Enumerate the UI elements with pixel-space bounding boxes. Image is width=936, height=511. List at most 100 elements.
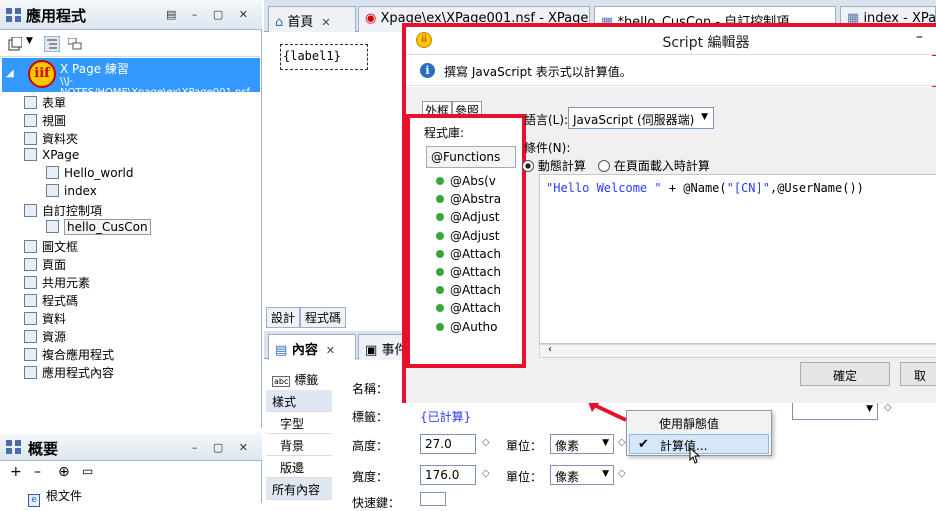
function-item[interactable]: @Attach — [436, 283, 506, 301]
tree-item[interactable]: Hello_world — [46, 166, 133, 184]
design-element-icon — [46, 184, 59, 197]
label-computed-value[interactable]: {已計算} — [420, 408, 471, 425]
close-icon[interactable]: ✕ — [326, 344, 335, 357]
design-canvas[interactable] — [264, 32, 404, 307]
side-all-properties[interactable]: 所有內容 — [266, 478, 332, 500]
events-icon: ▣ — [365, 343, 378, 358]
dropdown-arrow-icon[interactable]: ▼ — [26, 36, 33, 46]
tree-item[interactable]: 共用元素 — [24, 274, 90, 292]
remove-icon[interactable]: – — [34, 464, 41, 480]
cancel-button[interactable]: 取 — [900, 362, 936, 386]
library-select[interactable]: @Functions — [426, 146, 516, 168]
tree-item[interactable]: 複合應用程式 — [24, 346, 114, 364]
script-code-editor[interactable]: "Hello Welcome " + @Name("[CN]",@UserNam… — [539, 174, 936, 344]
tree-item[interactable]: 圖文框 — [24, 238, 78, 256]
design-element-icon — [24, 330, 37, 343]
tab-design[interactable]: 設計 — [266, 307, 301, 328]
outline-panel-title: 概要 — [28, 440, 59, 458]
compute-diamond-icon[interactable]: ◇ — [482, 468, 490, 479]
add-icon[interactable]: + — [10, 464, 22, 480]
design-element-icon — [24, 366, 37, 379]
side-font[interactable]: 字型 — [266, 412, 332, 434]
tree-item[interactable]: index — [46, 184, 97, 202]
function-item[interactable]: @Abstra — [436, 192, 506, 210]
function-item[interactable]: @Adjust — [436, 210, 506, 228]
minimize-icon[interactable]: – — [916, 29, 923, 45]
accesskey-input[interactable] — [420, 492, 446, 506]
tab-source[interactable]: 程式碼 — [300, 307, 347, 328]
radio-dynamic[interactable]: 動態計算 — [522, 157, 586, 174]
width-unit-select[interactable]: 像素 ▼ — [550, 465, 614, 485]
new-app-icon[interactable] — [8, 37, 22, 51]
function-item[interactable]: @Attach — [436, 265, 506, 283]
tree-item[interactable]: hello_CusCon — [46, 219, 151, 238]
design-element-icon — [46, 166, 59, 179]
tab-events[interactable]: ▣ 事件 — [358, 334, 404, 360]
tree-item[interactable]: 頁面 — [24, 256, 66, 274]
function-item[interactable]: @Abs(v — [436, 174, 506, 192]
compute-diamond-icon[interactable]: ◇ — [482, 437, 490, 448]
tree-item[interactable]: 自訂控制項 — [24, 202, 102, 220]
abc-icon: abc — [272, 376, 291, 387]
tree-item[interactable]: 程式碼 — [24, 292, 78, 310]
tree-item[interactable]: 表單 — [24, 94, 66, 112]
checkmark-icon: ✔ — [638, 437, 649, 452]
label1-control[interactable]: {label1} — [280, 44, 368, 70]
tree-item[interactable]: 應用程式內容 — [24, 364, 114, 382]
function-dot-icon — [436, 304, 444, 313]
function-item[interactable]: @Attach — [436, 301, 506, 319]
menu-use-static-value[interactable]: 使用靜態值 — [629, 413, 769, 433]
function-dot-icon — [436, 286, 444, 295]
panel-window-buttons[interactable]: ▤ – ▢ ✕ — [166, 8, 254, 21]
unknown-select[interactable]: ▼ — [792, 400, 878, 420]
dialog-title: Script 編輯器 — [662, 35, 750, 51]
outline-window-buttons[interactable]: – ▢ ✕ — [192, 441, 254, 454]
compute-diamond-icon[interactable]: ◇ — [618, 468, 626, 479]
app-tree-root[interactable]: ◢ iif X Page 練習 \\J-NOTES/HOME\Xpage\ex\… — [2, 58, 260, 98]
horizontal-scrollbar[interactable]: ‹ — [539, 344, 936, 358]
app-path: \\J-NOTES/HOME\Xpage\ex\XPage001.nsf — [60, 76, 251, 98]
compute-diamond-icon[interactable]: ◇ — [884, 402, 892, 413]
side-margin[interactable]: 版邊 — [266, 456, 332, 478]
collapse-all-icon[interactable]: ▭ — [82, 464, 93, 478]
collapse-icon[interactable] — [68, 38, 82, 50]
compute-diamond-icon[interactable]: ◇ — [618, 437, 626, 448]
tab-properties[interactable]: ▤ 內容 ✕ — [268, 334, 356, 360]
design-element-icon — [24, 276, 37, 289]
library-box: 程式庫: @Functions @Abs(v @Abstra @Adjust @Adj… — [406, 114, 526, 368]
dialog-body: 外框 參照 程式庫: @Functions @Abs(v @Abstra @Adjus… — [406, 87, 936, 403]
add-child-icon[interactable]: ⊕ — [58, 464, 70, 480]
outline-root-item[interactable]: e 根文件 — [28, 487, 82, 507]
design-element-icon — [24, 240, 37, 253]
height-input[interactable]: 27.0 — [420, 434, 476, 454]
label-label: 標籤： — [352, 410, 389, 424]
function-item[interactable]: @Autho — [436, 320, 506, 338]
tree-item[interactable]: 資料夾 — [24, 130, 78, 148]
ok-button[interactable]: 確定 — [800, 362, 890, 386]
side-background[interactable]: 背景 — [266, 434, 332, 456]
dialog-info-bar: i 撰寫 JavaScript 表示式以計算值。 — [406, 56, 936, 86]
applications-panel-header: 應用程式 ▤ – ▢ ✕ — [0, 0, 262, 30]
function-item[interactable]: @Attach — [436, 247, 506, 265]
side-style[interactable]: 樣式 — [266, 390, 332, 412]
tab-home[interactable]: ⌂ 首頁 ✕ — [268, 6, 356, 32]
close-icon[interactable]: ✕ — [321, 16, 330, 29]
tree-item[interactable]: 資源 — [24, 328, 66, 346]
function-dot-icon — [436, 231, 444, 240]
design-element-icon — [24, 204, 37, 217]
tree-item[interactable]: 資料 — [24, 310, 66, 328]
side-label[interactable]: abc 標籤 — [266, 368, 332, 390]
chevron-down-icon: ▼ — [866, 404, 873, 414]
app-logo-icon: iif — [28, 60, 56, 88]
expand-arrow-icon[interactable]: ◢ — [6, 68, 14, 79]
height-unit-select[interactable]: 像素 ▼ — [550, 434, 614, 454]
function-dot-icon — [436, 268, 444, 276]
language-select[interactable]: JavaScript (伺服器端) ▼ — [568, 107, 714, 129]
tree-item[interactable]: XPage — [24, 148, 79, 166]
tree-view-icon[interactable] — [44, 36, 60, 52]
function-item[interactable]: @Adjust — [436, 229, 506, 247]
tree-item[interactable]: 視圖 — [24, 112, 66, 130]
function-dot-icon — [436, 177, 444, 185]
width-input[interactable]: 176.0 — [420, 465, 476, 485]
radio-on-page-load[interactable]: 在頁面載入時計算 — [598, 157, 710, 174]
